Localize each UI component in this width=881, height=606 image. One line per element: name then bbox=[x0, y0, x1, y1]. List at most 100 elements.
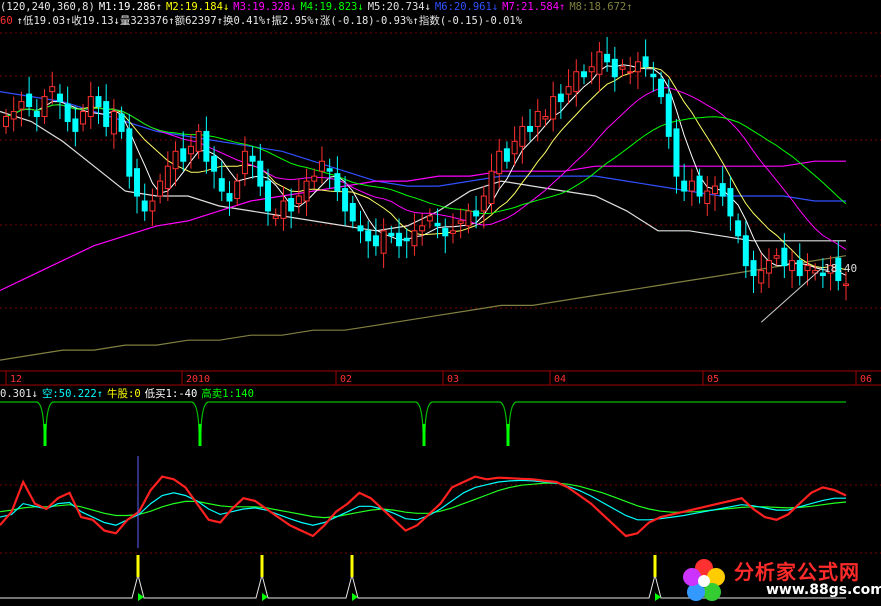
candle-body bbox=[303, 180, 310, 202]
candle-body bbox=[226, 193, 233, 202]
candle-body bbox=[688, 180, 695, 192]
candle-body bbox=[10, 111, 17, 120]
candle-body bbox=[588, 66, 595, 73]
candle-body bbox=[211, 155, 218, 172]
oscillator-line-0 bbox=[0, 482, 847, 519]
candle-body bbox=[334, 173, 341, 192]
candle-body bbox=[650, 73, 657, 78]
candle-body bbox=[118, 113, 125, 132]
x-tick-label: 03 bbox=[447, 374, 459, 385]
buy-signal-bar bbox=[136, 555, 140, 577]
candle-body bbox=[681, 180, 688, 192]
watermark-logo: 分析家公式网 www.88gs.com bbox=[676, 556, 881, 606]
candle-body bbox=[411, 230, 418, 247]
candle-body bbox=[157, 180, 164, 197]
candle-body bbox=[249, 155, 256, 162]
candle-body bbox=[789, 260, 796, 272]
candle-body bbox=[611, 58, 618, 78]
candle-body bbox=[496, 150, 503, 175]
candle-body bbox=[573, 71, 580, 93]
candle-body bbox=[704, 190, 711, 204]
candle-body bbox=[257, 160, 264, 187]
candle-body bbox=[565, 86, 572, 95]
candle-body bbox=[288, 198, 295, 212]
candle-body bbox=[134, 168, 141, 197]
candle-body bbox=[187, 145, 194, 155]
stock-chart-canvas[interactable]: 18.40 12 2010 02 03 04 05 06 bbox=[0, 0, 881, 606]
candle-body bbox=[164, 165, 171, 190]
candle-body bbox=[642, 56, 649, 68]
candle-body bbox=[804, 265, 811, 272]
candle-body bbox=[272, 215, 279, 219]
sell-signal-bar bbox=[506, 424, 510, 446]
candle-body bbox=[442, 227, 449, 237]
candle-body bbox=[742, 235, 749, 267]
candle-body bbox=[372, 235, 379, 247]
candle-body bbox=[696, 175, 703, 197]
candle-body bbox=[195, 130, 202, 152]
candle-body bbox=[218, 178, 225, 192]
candle-body bbox=[665, 93, 672, 137]
flower-logo-icon bbox=[683, 559, 725, 601]
candle-body bbox=[72, 118, 79, 132]
candle-body bbox=[126, 128, 133, 177]
candle-body bbox=[550, 96, 557, 120]
candle-body bbox=[735, 220, 742, 237]
buy-signal-bar bbox=[653, 555, 657, 577]
candle-body bbox=[673, 128, 680, 177]
candle-body bbox=[434, 222, 441, 227]
candle-body bbox=[419, 225, 426, 232]
candle-body bbox=[49, 86, 56, 93]
candle-body bbox=[465, 210, 472, 227]
candle-body bbox=[557, 93, 564, 103]
candle-body bbox=[203, 130, 210, 162]
candle-body bbox=[634, 61, 641, 73]
candle-body bbox=[18, 101, 25, 110]
candle-body bbox=[596, 51, 603, 75]
candle-body bbox=[26, 93, 33, 108]
candle-body bbox=[750, 260, 757, 277]
candle-body bbox=[103, 101, 110, 127]
candle-body bbox=[542, 116, 549, 120]
candle-body bbox=[765, 260, 772, 274]
candle-body bbox=[241, 150, 248, 175]
x-tick-label: 02 bbox=[340, 374, 352, 385]
candle-body bbox=[280, 200, 287, 219]
candle-body bbox=[388, 232, 395, 237]
candle-body bbox=[519, 125, 526, 147]
candle-body bbox=[449, 230, 456, 234]
buy-signal-bar bbox=[260, 555, 264, 577]
candle-body bbox=[318, 160, 325, 172]
candle-body bbox=[95, 96, 102, 108]
buy-signal-bar bbox=[350, 555, 354, 577]
candle-body bbox=[234, 180, 241, 200]
x-tick-label: 05 bbox=[707, 374, 719, 385]
x-tick-label: 2010 bbox=[186, 374, 210, 385]
candle-body bbox=[773, 255, 780, 259]
candle-body bbox=[403, 237, 410, 242]
candle-body bbox=[534, 111, 541, 127]
candle-body bbox=[719, 183, 726, 197]
candle-body bbox=[365, 230, 372, 242]
sell-signal-bar bbox=[422, 424, 426, 446]
candle-body bbox=[380, 230, 387, 254]
candle-body bbox=[64, 103, 71, 122]
candle-body bbox=[658, 78, 665, 98]
candle-body bbox=[781, 247, 788, 267]
candle-body bbox=[488, 170, 495, 204]
candle-body bbox=[527, 125, 534, 132]
candle-body bbox=[396, 232, 403, 247]
x-tick-label: 12 bbox=[10, 374, 22, 385]
candle-body bbox=[295, 195, 302, 204]
candle-body bbox=[457, 220, 464, 224]
oscillator-line-2 bbox=[0, 475, 847, 538]
candle-body bbox=[580, 71, 587, 78]
candle-body bbox=[480, 195, 487, 212]
candle-body bbox=[503, 148, 510, 162]
candle-body bbox=[87, 96, 94, 117]
candle-body bbox=[342, 188, 349, 212]
candle-body bbox=[426, 215, 433, 222]
candle-body bbox=[357, 225, 364, 232]
candle-body bbox=[141, 200, 148, 212]
candle-body bbox=[110, 111, 117, 135]
